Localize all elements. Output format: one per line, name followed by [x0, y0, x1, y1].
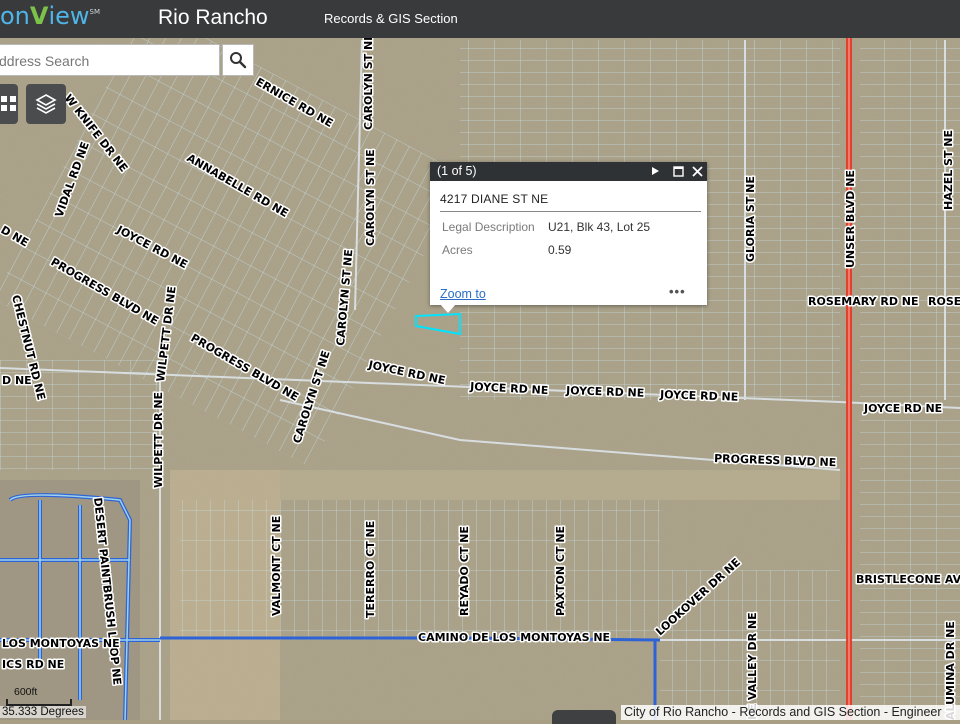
- next-arrow-icon: [652, 167, 659, 175]
- street-label: CAROLYN ST NE: [362, 38, 375, 130]
- map-view[interactable]: ERNICE RD NE W KNIFE DR NE CAROLYN ST NE…: [0, 38, 960, 720]
- scale-bar: [6, 699, 72, 706]
- street-label: CAMINO DE LOS MONTOYAS NE: [418, 631, 610, 644]
- close-popup-button[interactable]: [690, 164, 704, 178]
- feature-popup: (1 of 5) 4217 DIANE ST NE Legal Descript…: [430, 162, 707, 313]
- street-label: LOS MONTOYAS NE: [2, 637, 120, 650]
- coordinates-readout: 35.333 Degrees: [0, 706, 86, 718]
- unser-blvd-centerline: [848, 38, 850, 720]
- attribute-label: Acres: [442, 243, 473, 257]
- street-label: HAZEL ST NE: [942, 130, 955, 210]
- street-label: ROSE: [928, 295, 960, 308]
- logo-service-mark: SM: [89, 8, 101, 16]
- street-label: KE VALLEY DR NE: [746, 612, 759, 720]
- address-search-box: [0, 44, 220, 76]
- street-label: JOYCE RD NE: [659, 388, 739, 404]
- attribute-row: Legal Description U21, Blk 43, Lot 25: [442, 220, 650, 243]
- search-button[interactable]: [222, 44, 254, 76]
- street-label: ROSEMARY RD NE: [808, 295, 919, 308]
- street-label: JOYCE RD NE: [863, 402, 942, 415]
- popup-divider: [440, 211, 701, 212]
- layers-icon: [35, 94, 57, 114]
- street-label: JOYCE RD NE: [565, 384, 645, 400]
- maximize-icon: [672, 165, 684, 177]
- street-label: WILPETT DR NE: [152, 392, 165, 488]
- street-label: TERERRO CT NE: [364, 521, 377, 618]
- layers-button[interactable]: [26, 84, 66, 124]
- app-logo[interactable]: onViewSM: [0, 2, 100, 36]
- map-canvas[interactable]: ERNICE RD NE W KNIFE DR NE CAROLYN ST NE…: [0, 38, 960, 720]
- logo-v: V: [29, 2, 49, 30]
- section-title[interactable]: Records & GIS Section: [324, 11, 458, 26]
- zoom-to-link[interactable]: Zoom to: [440, 287, 486, 301]
- app-header: onViewSM Rio Rancho Records & GIS Sectio…: [0, 0, 960, 38]
- logo-view: iew: [48, 2, 90, 30]
- attribute-value: 0.59: [548, 243, 572, 257]
- more-icon[interactable]: •••: [669, 285, 686, 298]
- street-label: ICS RD NE: [2, 658, 64, 671]
- basemap-gallery-icon: [1, 96, 16, 111]
- popup-attributes: Legal Description U21, Blk 43, Lot 25 Ac…: [442, 220, 650, 266]
- street-label: D NE: [2, 374, 32, 387]
- subdivision-sw: [0, 480, 160, 720]
- street-label: REYADO CT NE: [458, 526, 471, 616]
- app-title: Rio Rancho: [158, 6, 268, 29]
- next-feature-button[interactable]: [648, 164, 662, 178]
- bottom-panel-toggle[interactable]: [552, 710, 616, 724]
- street-label: UNSER BLVD NE: [844, 170, 857, 268]
- street-label: BRISTLECONE AV: [856, 573, 960, 586]
- logo-prefix: on: [0, 2, 30, 30]
- popup-counter: (1 of 5): [437, 164, 477, 178]
- search-icon: [230, 52, 247, 69]
- popup-pointer: [440, 304, 456, 313]
- parcel-grid-south: [180, 500, 660, 640]
- close-icon: [691, 165, 703, 177]
- map-attribution: City of Rio Rancho - Records and GIS Sec…: [621, 705, 960, 720]
- popup-title: 4217 DIANE ST NE: [440, 192, 549, 206]
- scale-label: 600ft: [14, 686, 38, 698]
- maximize-button[interactable]: [671, 164, 685, 178]
- street-label: VALMONT CT NE: [270, 516, 283, 616]
- street-label: GLORIA ST NE: [744, 176, 757, 262]
- street-label: PAXTON CT NE: [554, 526, 567, 616]
- address-search-input[interactable]: [0, 46, 215, 76]
- basemap-gallery-button[interactable]: [0, 84, 18, 124]
- attribute-label: Legal Description: [442, 220, 535, 234]
- popup-header: (1 of 5): [430, 162, 707, 181]
- attribute-value: U21, Blk 43, Lot 25: [548, 220, 651, 234]
- street-label: CAROLYN ST NE: [364, 149, 377, 246]
- bare-ground-strip: [280, 470, 840, 500]
- attribute-row: Acres 0.59: [442, 243, 650, 266]
